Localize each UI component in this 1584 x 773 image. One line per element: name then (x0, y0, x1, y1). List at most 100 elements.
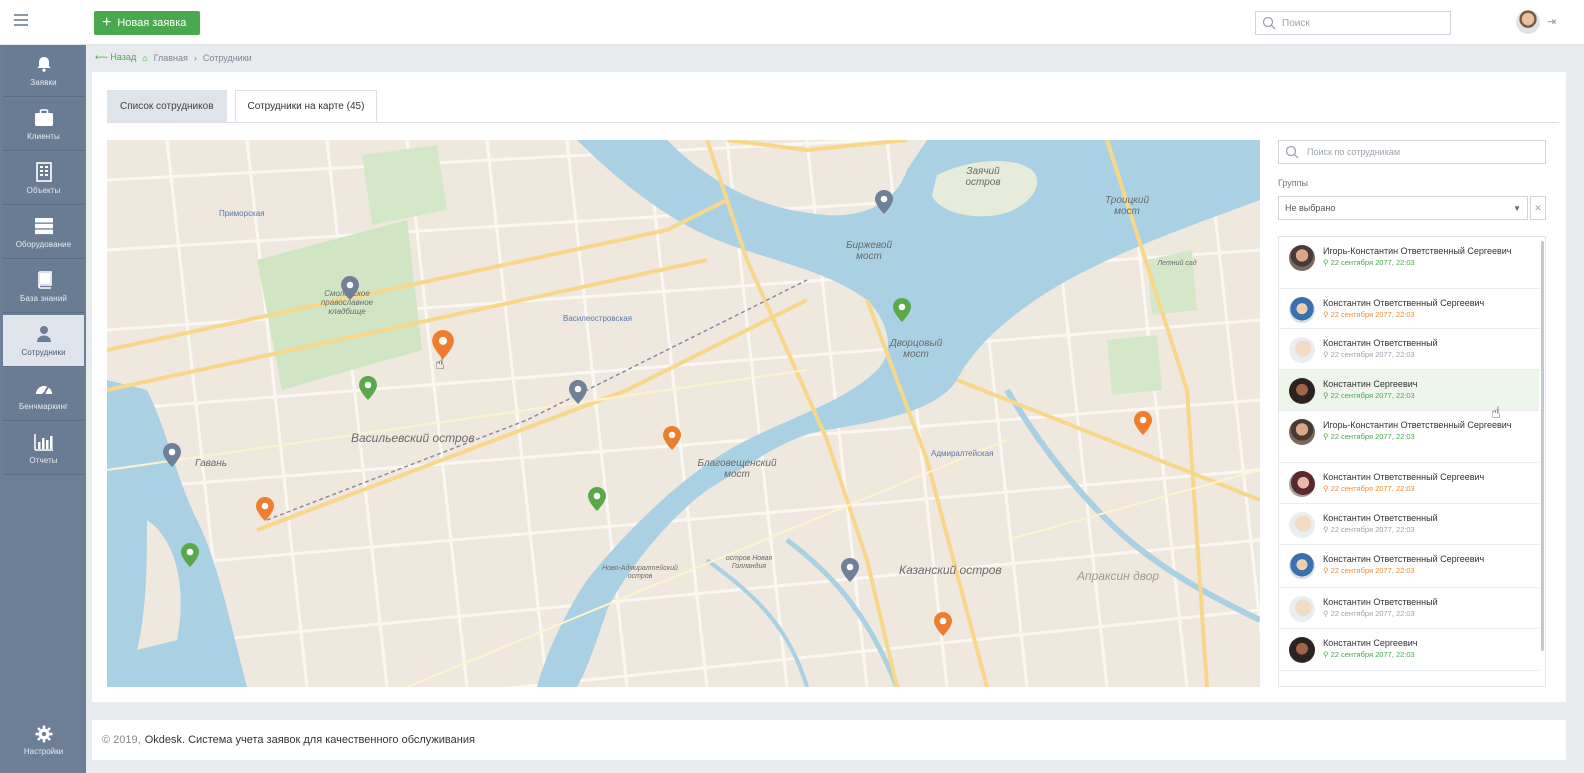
employee-pin-orange[interactable] (432, 330, 454, 359)
bar-chart-icon (33, 432, 55, 452)
list-item[interactable]: Игорь-Константин Ответственный Сергеевич… (1279, 237, 1539, 289)
sidebar-item-employees[interactable]: Сотрудники (3, 315, 84, 367)
tabs: Список сотрудников Сотрудники на карте (… (107, 90, 378, 122)
map-label-vasilievsky: Васильевский остров (351, 431, 475, 445)
sidebar-item-knowledge-base[interactable]: База знаний (3, 261, 84, 313)
employee-pin-gray[interactable] (163, 443, 181, 467)
employee-pin-orange[interactable] (1134, 411, 1152, 435)
map-label-novaya-gollandiya: остров Новая Голландия (725, 555, 773, 570)
map-label-troitsky: Троицкий мост (1104, 195, 1150, 217)
employee-time: 22 сентября 2077, 22:03 (1330, 650, 1415, 659)
avatar (1289, 378, 1315, 404)
tab-employees-on-map[interactable]: Сотрудники на карте (45) (234, 90, 378, 122)
sidebar-item-requests[interactable]: Заявки (3, 45, 84, 97)
map-label-primorskaya: Приморская (219, 209, 265, 218)
list-item[interactable]: Константин Ответственный ⚲ 22 сентября 2… (1279, 588, 1539, 629)
employee-pin-gray[interactable] (341, 276, 359, 300)
breadcrumb: ⟵ Назад ⌂ Главная › Сотрудники (95, 52, 252, 63)
breadcrumb-separator: › (193, 52, 197, 63)
book-icon (33, 270, 55, 290)
map-label-apraksin: Апраксин двор (1077, 569, 1160, 583)
employee-list: Игорь-Константин Ответственный Сергеевич… (1278, 236, 1546, 687)
employee-list-scrollbar[interactable] (1541, 241, 1544, 651)
back-label: Назад (110, 52, 137, 62)
list-item[interactable]: Константин Ответственный Сергеевич ⚲ 22 … (1279, 463, 1539, 504)
list-item[interactable]: Игорь-Константин Ответственный Сергеевич… (1279, 411, 1539, 463)
user-icon (33, 324, 55, 344)
employee-pin-green[interactable] (893, 298, 911, 322)
employee-name: Игорь-Константин Ответственный Сергеевич (1323, 420, 1512, 430)
avatar (1289, 297, 1315, 323)
back-link[interactable]: ⟵ Назад (95, 52, 136, 63)
avatar (1289, 637, 1315, 663)
sidebar-item-label: Бенчмаркинг (18, 402, 69, 411)
sidebar-item-label: Клиенты (27, 132, 60, 141)
employee-pin-gray[interactable] (875, 190, 893, 214)
list-item[interactable]: Константин Ответственный ⚲ 22 сентября 2… (1279, 329, 1539, 370)
sidebar-item-clients[interactable]: Клиенты (3, 99, 84, 151)
employee-name: Игорь-Константин Ответственный Сергеевич (1323, 246, 1512, 256)
employee-location-time: ⚲ 22 сентября 2077, 22:03 (1323, 525, 1415, 534)
employee-pin-orange[interactable] (256, 497, 274, 521)
tab-divider (107, 122, 1559, 123)
employee-time: 22 сентября 2077, 22:03 (1330, 391, 1415, 400)
user-avatar[interactable] (1516, 10, 1540, 34)
top-bar: + Новая заявка Поиск ⇥ (0, 0, 1584, 45)
building-icon (33, 162, 55, 182)
list-item[interactable]: Константин Сергеевич ⚲ 22 сентября 2077,… (1279, 370, 1539, 411)
sidebar-item-benchmarking[interactable]: Бенчмаркинг (3, 369, 84, 421)
list-item[interactable]: Константин Ответственный Сергеевич ⚲ 22 … (1279, 545, 1539, 588)
search-icon (1285, 145, 1299, 159)
briefcase-icon (33, 108, 55, 128)
breadcrumb-current: Сотрудники (202, 52, 252, 63)
groups-select[interactable]: Не выбрано ▼ (1278, 196, 1528, 220)
employee-time: 22 сентября 2077, 22:03 (1330, 310, 1415, 319)
employee-location-time: ⚲ 22 сентября 2077, 22:03 (1323, 650, 1415, 659)
menu-icon[interactable] (14, 14, 28, 26)
sidebar-item-label: Заявки (30, 78, 57, 87)
avatar (1289, 419, 1315, 445)
employee-pin-green[interactable] (181, 543, 199, 567)
sidebar-item-objects[interactable]: Объекты (3, 153, 84, 205)
sidebar-item-settings[interactable]: Настройки (3, 712, 84, 768)
map-label-birzhevoy: Биржевой мост (845, 240, 893, 262)
new-request-button[interactable]: + Новая заявка (94, 11, 200, 35)
footer-brand: Okdesk. Система учета заявок для качеств… (144, 734, 475, 746)
list-item[interactable]: Константин Ответственный ⚲ 22 сентября 2… (1279, 504, 1539, 545)
map-label-vasileostrovskaya: Василеостровская (563, 314, 632, 323)
map-label-novo-admiralteysky: Ново-Адмиралтейский остров (602, 565, 678, 580)
employee-location-time: ⚲ 22 сентября 2077, 22:03 (1323, 310, 1415, 319)
plus-icon: + (102, 14, 112, 31)
employee-location-time: ⚲ 22 сентября 2077, 22:03 (1323, 350, 1415, 359)
employee-location-time: ⚲ 22 сентября 2077, 22:03 (1323, 484, 1415, 493)
logout-icon[interactable]: ⇥ (1547, 15, 1556, 28)
employee-pin-orange[interactable] (934, 612, 952, 636)
employee-pin-green[interactable] (359, 376, 377, 400)
home-icon: ⌂ (142, 52, 148, 63)
employee-pin-green[interactable] (588, 487, 606, 511)
employee-time: 22 сентября 2077, 22:03 (1330, 350, 1415, 359)
employee-name: Константин Ответственный (1323, 513, 1438, 523)
search-input[interactable]: Поиск (1255, 11, 1451, 35)
employee-pin-orange[interactable] (663, 426, 681, 450)
employees-map[interactable]: Васильевский остров Казанский остров Зая… (107, 140, 1260, 687)
tab-employee-list[interactable]: Список сотрудников (107, 90, 227, 122)
search-icon (1262, 16, 1276, 30)
groups-clear-button[interactable]: ✕ (1530, 196, 1546, 220)
breadcrumb-home[interactable]: Главная (154, 53, 188, 63)
sidebar-item-reports[interactable]: Отчеты (3, 423, 84, 475)
dashboard-icon (33, 378, 55, 398)
employee-name: Константин Ответственный Сергеевич (1323, 554, 1485, 564)
chevron-down-icon: ▼ (1513, 203, 1521, 213)
employee-pin-gray[interactable] (569, 380, 587, 404)
bell-icon (33, 54, 55, 74)
employee-search-placeholder: Поиск по сотрудникам (1307, 147, 1401, 157)
employee-pin-gray[interactable] (841, 558, 859, 582)
employee-location-time: ⚲ 22 сентября 2077, 22:03 (1323, 432, 1415, 441)
employee-search-input[interactable]: Поиск по сотрудникам (1278, 140, 1546, 164)
list-item[interactable]: Константин Ответственный Сергеевич ⚲ 22 … (1279, 289, 1539, 329)
sidebar-item-equipment[interactable]: Оборудование (3, 207, 84, 259)
list-item[interactable]: Константин Сергеевич ⚲ 22 сентября 2077,… (1279, 629, 1539, 671)
employee-name: Константин Ответственный (1323, 597, 1438, 607)
avatar (1289, 553, 1315, 579)
